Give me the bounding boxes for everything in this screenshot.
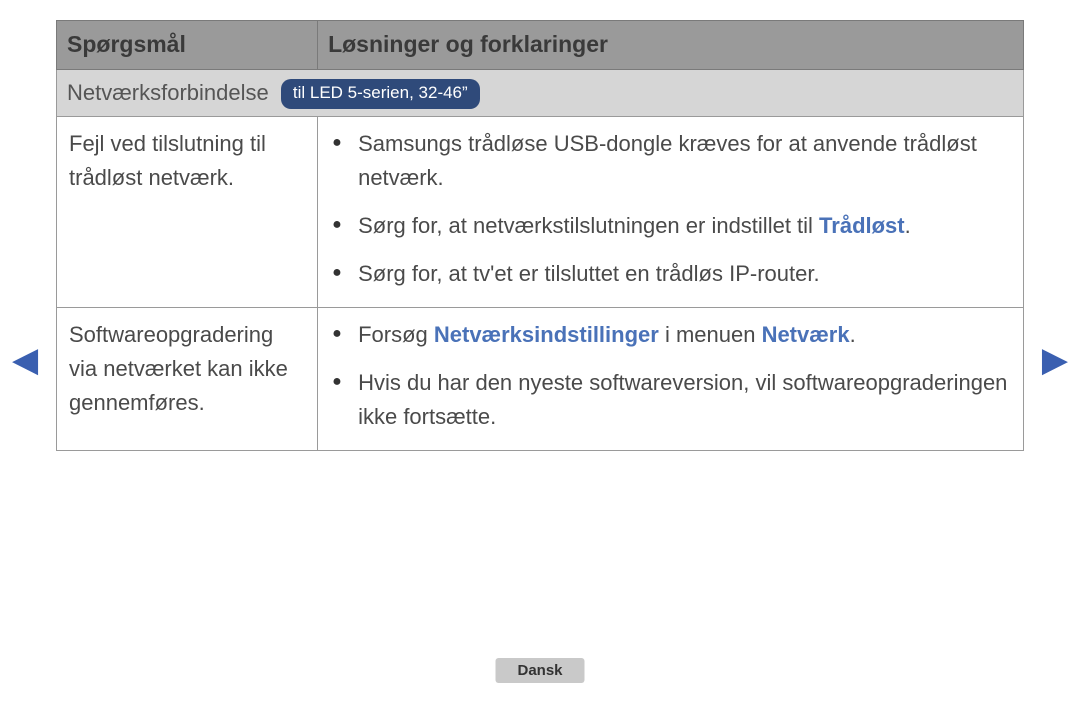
list-item: Sørg for, at netværkstilslutningen er in… xyxy=(330,209,1011,243)
list-item: Forsøg Netværksindstillinger i menuen Ne… xyxy=(330,318,1011,352)
list-item: Sørg for, at tv'et er tilsluttet en tråd… xyxy=(330,257,1011,291)
answer-cell: Samsungs trådløse USB-dongle kræves for … xyxy=(318,116,1024,307)
section-title: Netværksforbindelse xyxy=(67,80,269,105)
list-item: Hvis du har den nyeste softwareversion, … xyxy=(330,366,1011,434)
next-page-arrow[interactable]: ▶ xyxy=(1042,340,1068,380)
troubleshooting-table: Spørgsmål Løsninger og forklaringer Netv… xyxy=(56,20,1024,451)
table-row: Softwareopgradering via netværket kan ik… xyxy=(57,308,1024,451)
col-header-solutions: Løsninger og forklaringer xyxy=(318,21,1024,70)
question-cell: Softwareopgradering via netværket kan ik… xyxy=(57,308,318,451)
question-cell: Fejl ved tilslutning til trådløst netvær… xyxy=(57,116,318,307)
answer-cell: Forsøg Netværksindstillinger i menuen Ne… xyxy=(318,308,1024,451)
prev-page-arrow[interactable]: ◀ xyxy=(12,340,38,380)
list-item: Samsungs trådløse USB-dongle kræves for … xyxy=(330,127,1011,195)
col-header-question: Spørgsmål xyxy=(57,21,318,70)
language-badge: Dansk xyxy=(495,658,584,683)
section-pill: til LED 5-serien, 32-46” xyxy=(281,79,480,108)
table-row: Fejl ved tilslutning til trådløst netvær… xyxy=(57,116,1024,307)
section-row: Netværksforbindelse til LED 5-serien, 32… xyxy=(57,69,1024,116)
